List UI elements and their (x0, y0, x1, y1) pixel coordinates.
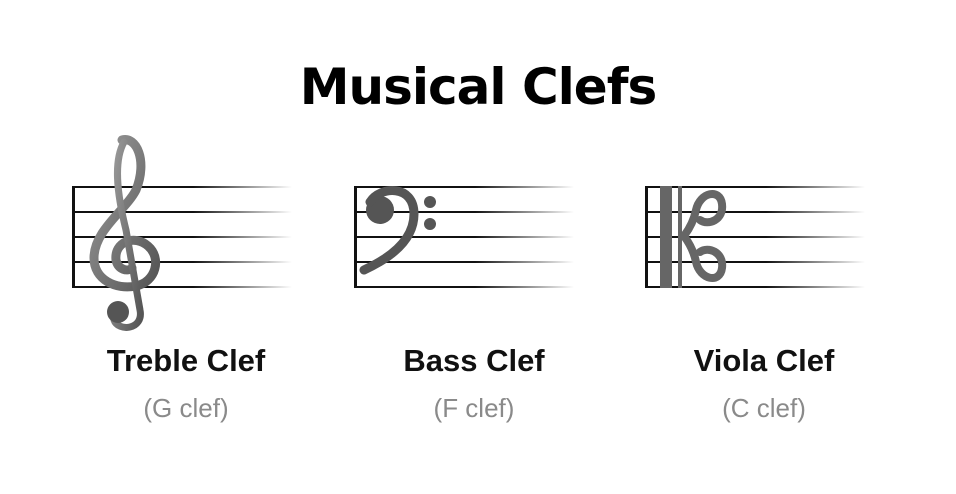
viola-staff (645, 186, 865, 288)
clef-subtitle: (C clef) (722, 393, 806, 423)
clef-subtitle: (F clef) (433, 393, 515, 423)
clef-name: Viola Clef (693, 343, 835, 378)
clef-subtitle: (G clef) (143, 393, 229, 423)
bass-clef-panel: Bass Clef (F clef) (324, 130, 624, 460)
bass-clef-icon (359, 186, 436, 275)
treble-staff (72, 135, 292, 331)
bass-staff (354, 186, 574, 288)
treble-clef-icon (89, 135, 161, 331)
treble-clef-panel: Treble Clef (G clef) (36, 130, 336, 460)
viola-clef-panel: Viola Clef (C clef) (614, 130, 914, 460)
page-title: Musical Clefs (299, 58, 657, 116)
clef-name: Bass Clef (403, 343, 545, 378)
clef-name: Treble Clef (106, 343, 266, 378)
